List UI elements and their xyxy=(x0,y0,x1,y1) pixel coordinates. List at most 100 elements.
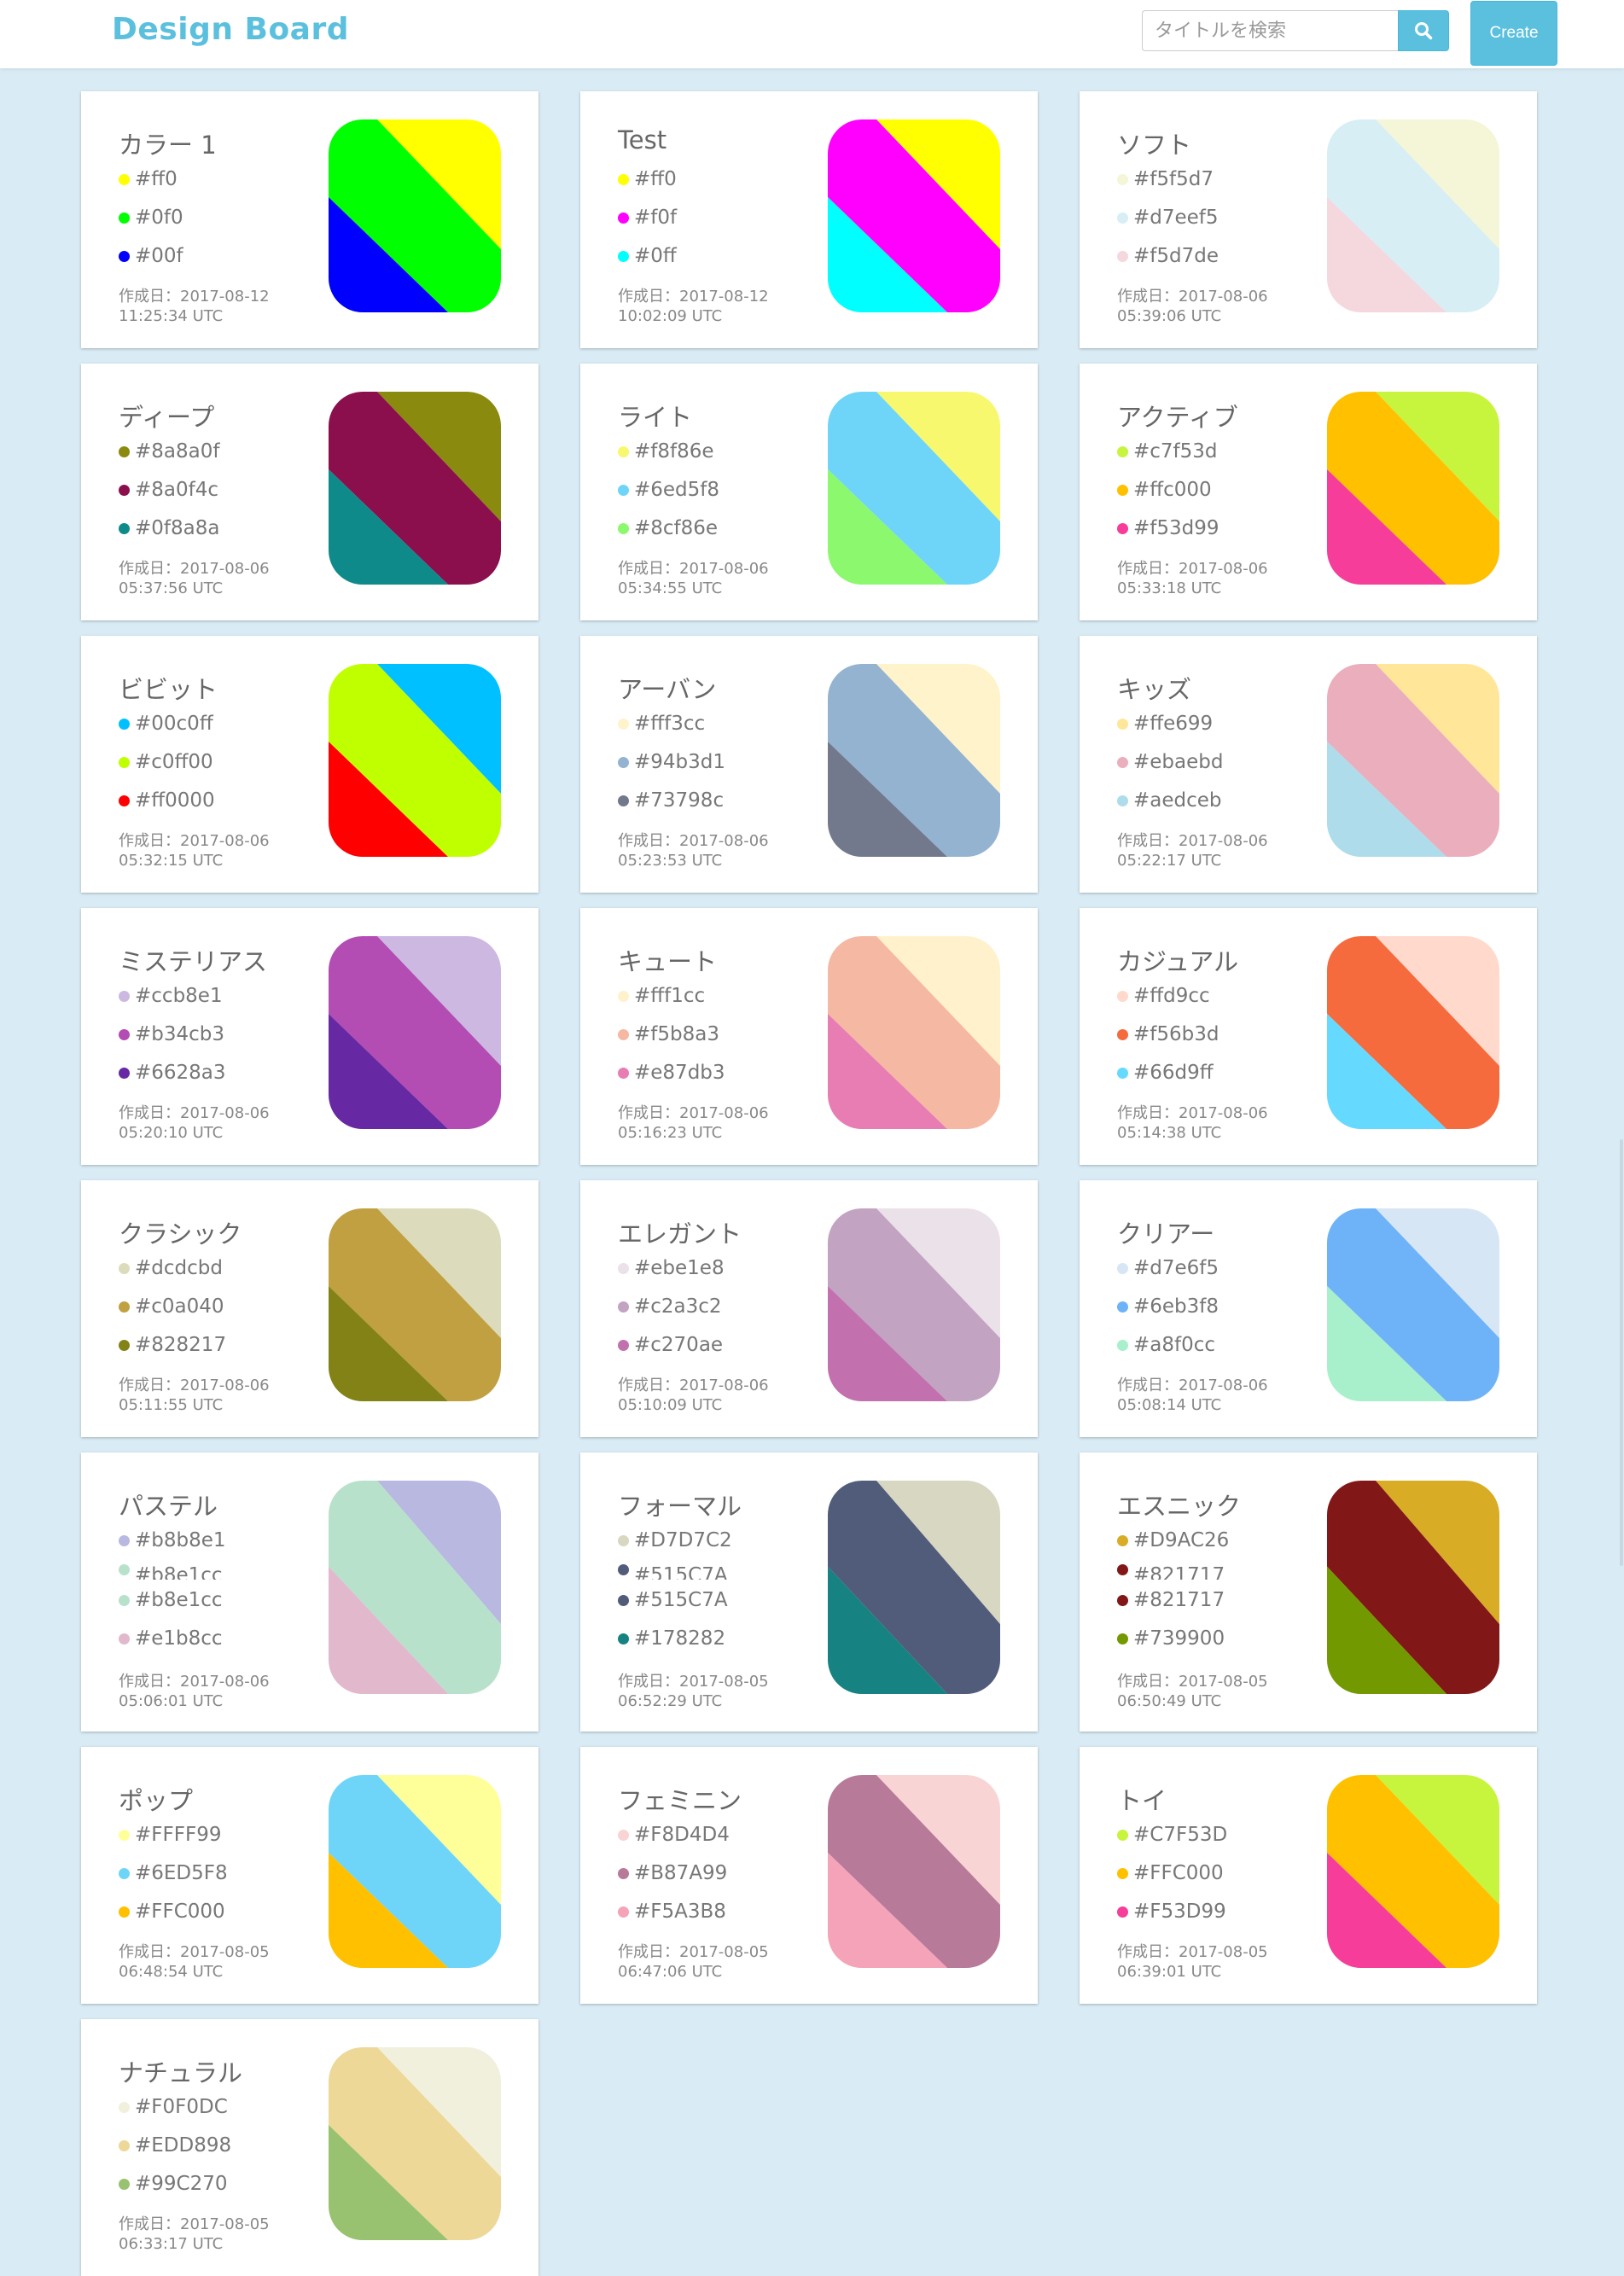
color-code-item: #dcdcbd xyxy=(119,1255,223,1281)
color-dot-icon xyxy=(119,1867,130,1879)
color-dot-icon xyxy=(618,445,629,457)
color-code: #c0ff00 xyxy=(135,751,213,773)
scrollbar-thumb[interactable] xyxy=(1620,1139,1623,1566)
palette-swatch[interactable] xyxy=(828,392,1000,585)
color-code-item: #ebe1e8 xyxy=(618,1255,725,1281)
palette-card[interactable]: フェミニン #F8D4D4 #B87A99 #F5A3B8 作成日：2017-08-05… xyxy=(580,1747,1038,2004)
palette-card[interactable]: ミステリアス #ccb8e1 #b34cb3 #6628a3 作成日：2017-08-0… xyxy=(81,908,538,1165)
palette-card[interactable]: クラシック #dcdcbd #c0a040 #828217 作成日：2017-08-06… xyxy=(81,1180,538,1437)
color-code-item: #f8f86e xyxy=(618,439,714,464)
color-code-item: #c0ff00 xyxy=(119,749,213,775)
color-dot-icon xyxy=(119,1262,130,1274)
color-code: #6ed5f8 xyxy=(634,479,720,501)
palette-swatch[interactable] xyxy=(1327,392,1499,585)
palette-title: パステル xyxy=(119,1492,218,1521)
scrollbar[interactable] xyxy=(1619,68,1624,2276)
palette-swatch[interactable] xyxy=(828,1481,1000,1694)
color-code: #0f0 xyxy=(135,207,183,229)
palette-swatch[interactable] xyxy=(329,119,501,312)
palette-swatch[interactable] xyxy=(329,1481,501,1694)
color-code-item: #8cf86e xyxy=(618,515,718,541)
color-dot-icon xyxy=(1117,250,1128,262)
created-date: 作成日：2017-08-06 xyxy=(119,1377,270,1394)
palette-card[interactable]: アクティブ #c7f53d #ffc000 #f53d99 作成日：2017-08-06… xyxy=(1080,364,1537,620)
palette-card[interactable]: アーバン #fff3cc #94b3d1 #73798c 作成日：2017-08-06 0… xyxy=(580,636,1038,893)
palette-card[interactable]: クリアー #d7e6f5 #6eb3f8 #a8f0cc 作成日：2017-08-06 0… xyxy=(1080,1180,1537,1437)
color-code: #fff1cc xyxy=(634,985,706,1007)
color-code: #c0a040 xyxy=(135,1295,224,1318)
color-code: #94b3d1 xyxy=(634,751,726,773)
palette-card[interactable]: ナチュラル #F0F0DC #EDD898 #99C270 作成日：2017-08-05… xyxy=(81,2019,538,2276)
created-time: 10:02:09 UTC xyxy=(618,307,723,325)
palette-card[interactable]: エレガント #ebe1e8 #c2a3c2 #c270ae 作成日：2017-08-06… xyxy=(580,1180,1038,1437)
palette-swatch[interactable] xyxy=(329,936,501,1129)
palette-title: ミステリアス xyxy=(119,947,268,976)
palette-swatch[interactable] xyxy=(1327,1775,1499,1968)
palette-swatch[interactable] xyxy=(828,664,1000,857)
color-dot-icon xyxy=(119,990,130,1002)
search-input[interactable] xyxy=(1142,10,1398,51)
palette-card[interactable]: キュート #fff1cc #f5b8a3 #e87db3 作成日：2017-08-06 0… xyxy=(580,908,1038,1165)
palette-swatch[interactable] xyxy=(1327,936,1499,1129)
palette-swatch[interactable] xyxy=(828,936,1000,1129)
color-code-item: #ccb8e1 xyxy=(119,983,223,1009)
palette-title: クラシック xyxy=(119,1219,242,1249)
created-date: 作成日：2017-08-06 xyxy=(119,560,270,578)
color-code-item: #b8e1cc xyxy=(119,1587,223,1613)
color-code-item: #FFFF99 xyxy=(119,1822,221,1848)
palette-card[interactable]: トイ #C7F53D #FFC000 #F53D99 作成日：2017-08-05 06:… xyxy=(1080,1747,1537,2004)
palette-swatch[interactable] xyxy=(1327,119,1499,312)
color-code: #f5b8a3 xyxy=(634,1023,719,1045)
created-time: 06:39:01 UTC xyxy=(1117,1963,1222,1981)
palette-swatch[interactable] xyxy=(329,392,501,585)
created-time: 06:50:49 UTC xyxy=(1117,1692,1222,1710)
palette-card[interactable]: パステル #b8b8e1 #b8e1cc #b8e1cc #e1b8cc 作成日：2017… xyxy=(81,1452,538,1732)
palette-card[interactable]: エスニック #D9AC26 #821717 #821717 #739900 作成日：201… xyxy=(1080,1452,1537,1732)
color-code: #f5d7de xyxy=(1133,245,1219,267)
palette-card[interactable]: ディープ #8a8a0f #8a0f4c #0f8a8a 作成日：2017-08-06 0… xyxy=(81,364,538,620)
palette-swatch[interactable] xyxy=(1327,664,1499,857)
palette-swatch[interactable] xyxy=(1327,1481,1499,1694)
color-code: #D9AC26 xyxy=(1133,1529,1230,1551)
created-time: 05:06:01 UTC xyxy=(119,1692,224,1710)
palette-title: カラー 1 xyxy=(119,131,217,160)
palette-card[interactable]: カジュアル #ffd9cc #f56b3d #66d9ff 作成日：2017-08-06… xyxy=(1080,908,1537,1165)
color-code-item: #f53d99 xyxy=(1117,515,1219,541)
color-dot-icon xyxy=(618,484,629,496)
color-code-item: #F53D99 xyxy=(1117,1899,1226,1924)
color-dot-icon xyxy=(1117,756,1128,768)
palette-swatch[interactable] xyxy=(828,1775,1000,1968)
palette-swatch[interactable] xyxy=(828,119,1000,312)
palette-swatch[interactable] xyxy=(329,1208,501,1401)
color-dot-icon xyxy=(1117,1028,1128,1040)
create-button[interactable]: Create xyxy=(1470,1,1557,66)
color-dot-icon xyxy=(1117,1564,1128,1575)
created-time: 05:22:17 UTC xyxy=(1117,852,1222,870)
color-dot-icon xyxy=(119,212,130,224)
color-code: #b8b8e1 xyxy=(135,1529,226,1551)
palette-swatch[interactable] xyxy=(329,664,501,857)
color-dot-icon xyxy=(618,1594,629,1606)
search-button[interactable] xyxy=(1398,10,1449,51)
palette-card[interactable]: ビビット #00c0ff #c0ff00 #ff0000 作成日：2017-08-06 0… xyxy=(81,636,538,893)
palette-swatch[interactable] xyxy=(329,2047,501,2240)
palette-card[interactable]: フォーマル #D7D7C2 #515C7A #515C7A #178282 作成日：201… xyxy=(580,1452,1038,1732)
palette-card[interactable]: ポップ #FFFF99 #6ED5F8 #FFC000 作成日：2017-08-05 06… xyxy=(81,1747,538,2004)
app-logo[interactable]: Design Board xyxy=(112,12,349,47)
color-code: #fff3cc xyxy=(634,713,706,735)
palette-title: フォーマル xyxy=(618,1492,742,1521)
palette-card[interactable]: ソフト #f5f5d7 #d7eef5 #f5d7de 作成日：2017-08-06 05… xyxy=(1080,91,1537,348)
created-date: 作成日：2017-08-06 xyxy=(119,832,270,850)
palette-card[interactable]: Test #ff0 #f0f #0ff 作成日：2017-08-12 10:02:09 U… xyxy=(580,91,1038,348)
color-code-item: #0f0 xyxy=(119,205,183,230)
palette-swatch[interactable] xyxy=(329,1775,501,1968)
color-code: #66d9ff xyxy=(1133,1062,1214,1084)
color-code-item: #c0a040 xyxy=(119,1294,224,1319)
palette-swatch[interactable] xyxy=(828,1208,1000,1401)
palette-card[interactable]: ライト #f8f86e #6ed5f8 #8cf86e 作成日：2017-08-06 05… xyxy=(580,364,1038,620)
palette-swatch[interactable] xyxy=(1327,1208,1499,1401)
created-time: 05:08:14 UTC xyxy=(1117,1396,1222,1414)
palette-card[interactable]: キッズ #ffe699 #ebaebd #aedceb 作成日：2017-08-06 05… xyxy=(1080,636,1537,893)
palette-title: Test xyxy=(618,125,667,154)
palette-card[interactable]: カラー 1 #ff0 #0f0 #00f 作成日：2017-08-12 11:25:34 … xyxy=(81,91,538,348)
